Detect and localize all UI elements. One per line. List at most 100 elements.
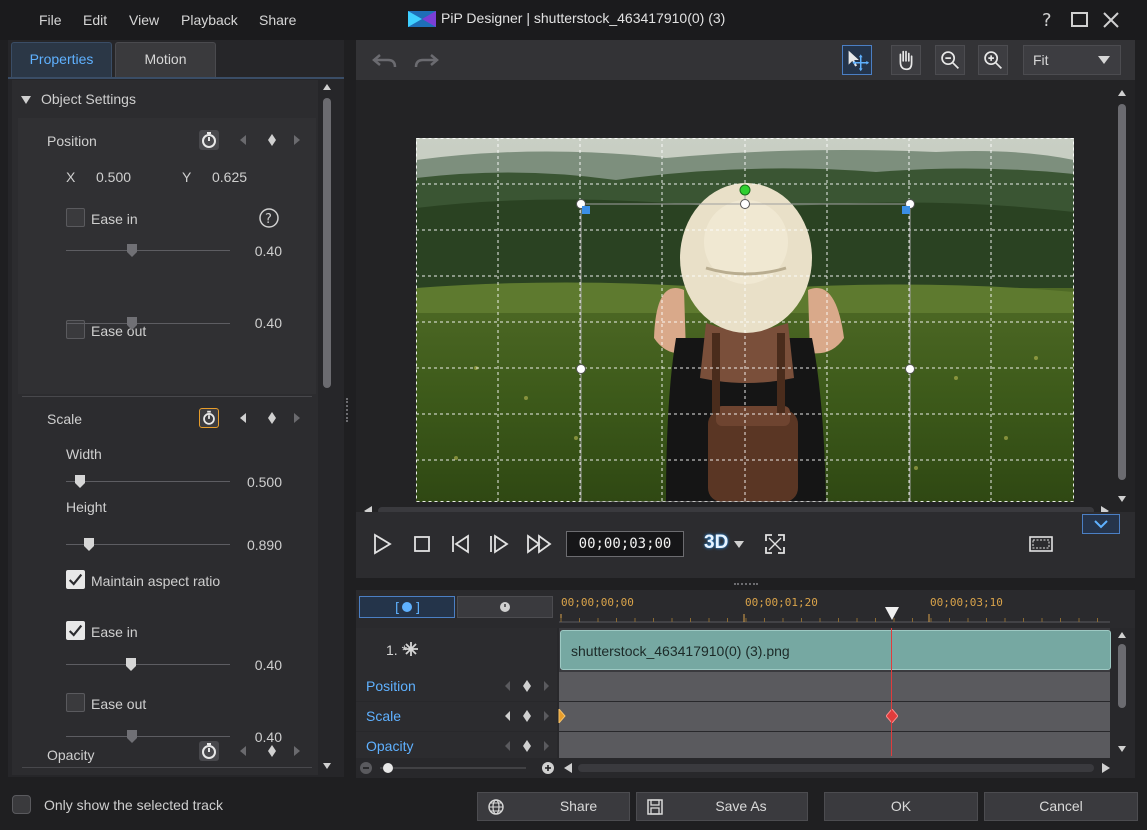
undo-icon[interactable]	[372, 49, 398, 71]
properties-panel: Properties Motion Object Settings Positi…	[8, 40, 344, 777]
keyframe-timeline: [ ] 00;00;00;00 00;00;01;20 00;00;03;10 …	[356, 590, 1135, 778]
previous-frame-icon[interactable]	[448, 532, 472, 556]
menu-share[interactable]: Share	[259, 12, 296, 28]
scale-ease-in-checkbox[interactable]	[66, 621, 85, 640]
position-ease-in-slider-thumb[interactable]	[127, 244, 137, 257]
preview-canvas[interactable]	[356, 80, 1135, 550]
scroll-down-icon[interactable]	[1117, 744, 1127, 754]
fullscreen-icon[interactable]	[763, 532, 787, 556]
chevron-down-icon[interactable]	[733, 540, 745, 549]
hand-pan-tool-icon[interactable]	[891, 45, 921, 75]
properties-scroll-thumb[interactable]	[323, 98, 331, 388]
save-as-button[interactable]: Save As	[636, 792, 808, 821]
preview-vscroll-thumb[interactable]	[1118, 104, 1126, 480]
close-icon[interactable]	[1100, 9, 1122, 31]
scroll-down-icon[interactable]	[322, 761, 332, 771]
timeline-vscroll-thumb[interactable]	[1118, 644, 1126, 708]
select-move-tool-icon[interactable]	[842, 45, 872, 75]
pip-clip[interactable]: shutterstock_463417910(0) (3).png	[560, 630, 1111, 670]
menu-file[interactable]: File	[39, 12, 62, 28]
position-ease-in-slider-track[interactable]	[66, 250, 230, 251]
tab-motion[interactable]: Motion	[115, 42, 216, 77]
position-keyframe-nav[interactable]	[232, 130, 312, 150]
position-x-value[interactable]: 0.500	[96, 169, 131, 185]
preview-vscrollbar[interactable]	[1116, 84, 1128, 508]
timeline-zoom-slider[interactable]	[358, 760, 558, 776]
scale-keyframe-current[interactable]	[886, 709, 898, 723]
next-frame-icon[interactable]	[486, 532, 510, 556]
sparkle-object-icon	[404, 642, 418, 656]
timeline-vscrollbar[interactable]	[1116, 628, 1128, 758]
scale-track[interactable]	[559, 702, 1110, 731]
tab-properties[interactable]: Properties	[11, 42, 112, 77]
properties-scrollbar[interactable]	[321, 80, 333, 775]
scale-height-slider-thumb[interactable]	[84, 538, 94, 551]
zoom-in-icon[interactable]	[978, 45, 1008, 75]
timeline-splitter[interactable]	[734, 583, 758, 587]
expand-toggle-chevron-icon[interactable]	[1082, 514, 1120, 534]
scale-ease-out-slider-track[interactable]	[66, 736, 230, 737]
scale-width-slider-track[interactable]	[66, 481, 230, 482]
track-header-object[interactable]: 1. *	[356, 628, 557, 672]
help-icon[interactable]: ?	[1037, 9, 1059, 31]
panel-splitter[interactable]	[346, 398, 350, 422]
scale-ease-out-checkbox[interactable]	[66, 693, 85, 712]
menu-view[interactable]: View	[129, 12, 159, 28]
scroll-up-icon[interactable]	[1117, 630, 1127, 640]
timeline-mode-keyframe-button[interactable]: [ ]	[359, 596, 455, 618]
zoom-out-icon[interactable]	[935, 45, 965, 75]
opacity-track-keyframe-nav[interactable]	[502, 736, 552, 756]
scale-ease-in-slider-thumb[interactable]	[126, 658, 136, 671]
zoom-level-select[interactable]: Fit	[1023, 45, 1121, 75]
scale-track-keyframe-nav[interactable]	[502, 706, 552, 726]
scale-keyframe-start[interactable]	[557, 709, 567, 723]
preview-image[interactable]	[416, 138, 1074, 502]
position-ease-in-label: Ease in	[91, 211, 138, 227]
opacity-keyframe-nav[interactable]	[232, 741, 312, 761]
scale-ease-in-value: 0.40	[254, 657, 282, 673]
cancel-button[interactable]: Cancel	[984, 792, 1138, 821]
position-track-keyframe-nav[interactable]	[502, 676, 552, 696]
position-y-value[interactable]: 0.625	[212, 169, 247, 185]
timeline-ruler[interactable]	[559, 590, 1110, 628]
3d-mode-button[interactable]: 3D	[704, 532, 728, 554]
scroll-down-icon[interactable]	[1117, 494, 1127, 504]
redo-icon[interactable]	[413, 49, 439, 71]
ok-button[interactable]: OK	[824, 792, 978, 821]
collapse-triangle-icon[interactable]	[20, 94, 32, 106]
play-icon[interactable]	[370, 532, 394, 556]
help-circle-icon[interactable]: ?	[258, 207, 280, 229]
object-settings-title: Object Settings	[41, 91, 136, 107]
track-header-position[interactable]: Position	[356, 672, 557, 701]
safe-zone-icon[interactable]	[1028, 532, 1054, 556]
scale-ease-in-slider-track[interactable]	[66, 664, 230, 665]
maintain-aspect-checkbox[interactable]	[66, 570, 85, 589]
position-ease-in-checkbox[interactable]	[66, 208, 85, 227]
position-track[interactable]	[559, 672, 1110, 701]
track-header-scale[interactable]: Scale	[356, 702, 557, 731]
position-keyframe-stopwatch-icon[interactable]	[199, 130, 219, 150]
share-button[interactable]: Share	[477, 792, 630, 821]
opacity-keyframe-stopwatch-icon[interactable]	[199, 741, 219, 761]
timeline-mode-clock-button[interactable]	[457, 596, 553, 618]
scale-ease-in-label: Ease in	[91, 624, 138, 640]
menu-playback[interactable]: Playback	[181, 12, 238, 28]
scale-keyframe-nav[interactable]	[232, 408, 312, 428]
playhead-marker-icon[interactable]	[884, 606, 900, 622]
track-header-opacity[interactable]: Opacity	[356, 732, 557, 758]
opacity-track[interactable]	[559, 732, 1110, 758]
scale-keyframe-stopwatch-icon[interactable]	[199, 408, 219, 428]
only-selected-track-checkbox[interactable]	[12, 795, 31, 814]
menu-edit[interactable]: Edit	[83, 12, 107, 28]
scale-width-slider-thumb[interactable]	[75, 475, 85, 488]
stop-icon[interactable]	[410, 532, 434, 556]
scroll-up-icon[interactable]	[322, 82, 332, 92]
position-ease-out-slider-track[interactable]	[66, 323, 230, 324]
timecode-display[interactable]: 00;00;03;00	[566, 531, 684, 557]
timeline-hscrollbar[interactable]	[562, 760, 1112, 776]
position-ease-out-slider-thumb[interactable]	[127, 317, 137, 330]
maximize-icon[interactable]	[1069, 9, 1091, 31]
scale-ease-out-slider-thumb[interactable]	[127, 730, 137, 743]
fast-forward-icon[interactable]	[526, 532, 554, 556]
scroll-up-icon[interactable]	[1117, 88, 1127, 98]
